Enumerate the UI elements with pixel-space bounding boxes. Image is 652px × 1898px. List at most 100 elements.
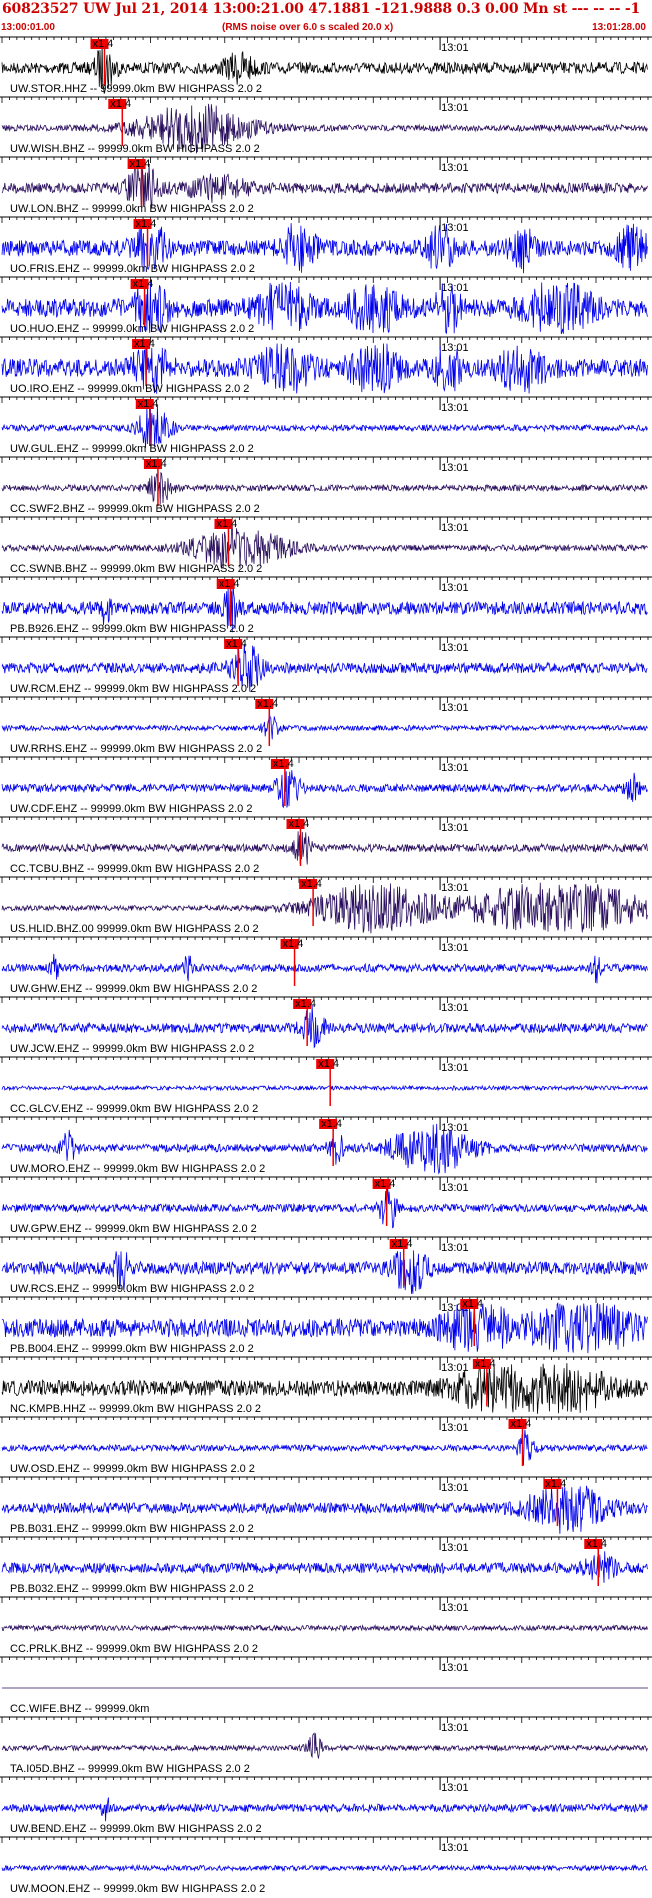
trace-row-uw-rrhs-ehz-: 13:01 x1.4 UW.RRHS.EHZ -- 99999.0km BW HIG… <box>0 696 652 755</box>
waveform <box>1 1732 648 1759</box>
trace-row-pb-b031-ehz-: 13:01 x1.4 PB.B031.EHZ -- 99999.0km BW HIG… <box>0 1476 652 1535</box>
trace-row-uw-rcs-ehz-: 13:01 x1.4 UW.RCS.EHZ -- 99999.0km BW HIGH… <box>0 1236 652 1295</box>
station-label: CC.TCBU.BHZ -- 99999.0km BW HIGHPASS 2.0… <box>10 863 259 875</box>
station-label: CC.GLCV.EHZ -- 99999.0km BW HIGHPASS 2.0… <box>10 1103 258 1115</box>
minute-label: 13:01 <box>441 942 469 954</box>
pick-label: x1.4 <box>92 38 113 50</box>
minute-label: 13:01 <box>441 1242 469 1254</box>
waveform <box>1 1551 648 1583</box>
station-label: CC.WIFE.BHZ -- 99999.0km <box>10 1703 149 1715</box>
station-label: PB.B004.EHZ -- 99999.0km BW HIGHPASS 2.0… <box>10 1343 254 1355</box>
pick-label: x1.4 <box>146 458 167 470</box>
station-label: UW.CDF.EHZ -- 99999.0km BW HIGHPASS 2.0 … <box>10 803 252 815</box>
station-label: UW.WISH.BHZ -- 99999.0km BW HIGHPASS 2.0… <box>10 143 260 155</box>
pick-label: x1.4 <box>136 218 157 230</box>
waveform <box>1 712 648 740</box>
pick-label: x1.4 <box>133 278 154 290</box>
minute-label: 13:01 <box>441 1602 469 1614</box>
minute-label: 13:01 <box>441 1842 469 1854</box>
minute-label: 13:01 <box>441 1782 469 1794</box>
waveform <box>1 163 648 209</box>
trace-row-uw-wish-bhz-: 13:01 x1.4 UW.WISH.BHZ -- 99999.0km BW HIG… <box>0 96 652 155</box>
station-label: CC.PRLK.BHZ -- 99999.0km BW HIGHPASS 2.0… <box>10 1643 258 1655</box>
minute-label: 13:01 <box>441 402 469 414</box>
pick-label: x1.4 <box>545 1478 566 1490</box>
minute-label: 13:01 <box>441 1062 469 1074</box>
station-label: UO.IRO.EHZ -- 99999.0km BW HIGHPASS 2.0 … <box>10 383 249 395</box>
trace-row-cc-glcv-ehz-: 13:01 x1.4 CC.GLCV.EHZ -- 99999.0km BW HIG… <box>0 1056 652 1115</box>
trace-row-cc-swf2-bhz-: 13:01 x1.4 CC.SWF2.BHZ -- 99999.0km BW HIG… <box>0 456 652 515</box>
trace-row-cc-swnb-bhz-: 13:01 x1.4 CC.SWNB.BHZ -- 99999.0km BW HIG… <box>0 516 652 575</box>
waveform <box>1 1429 648 1466</box>
trace-row-pb-b004-ehz-: 13:01x1.4PB.B004.EHZ -- 99999.0km BW HIG… <box>0 1296 652 1355</box>
pick-label: x1.4 <box>226 638 247 650</box>
minute-label: 13:01 <box>441 1122 469 1134</box>
chart-header: 60823527 UW Jul 21, 2014 13:00:21.00 47.… <box>0 0 652 36</box>
pick-label: x1.4 <box>321 1118 342 1130</box>
station-label: UW.LON.BHZ -- 99999.0km BW HIGHPASS 2.0 … <box>10 203 254 215</box>
pick-label: x1.4 <box>216 518 237 530</box>
station-label: UW.STOR.HHZ -- 99999.0km BW HIGHPASS 2.0… <box>10 83 262 95</box>
pick-label: x1.4 <box>392 1238 413 1250</box>
pick-label: x1.4 <box>462 1298 483 1310</box>
waveform <box>1 1084 648 1092</box>
pick-label: x1.4 <box>375 1178 396 1190</box>
waveform <box>1 403 648 448</box>
minute-label: 13:01 <box>441 462 469 474</box>
station-label: UW.OSD.EHZ -- 99999.0km BW HIGHPASS 2.0 … <box>10 1463 255 1475</box>
trace-row-uw-jcw-ehz-: 13:01 x1.4 UW.JCW.EHZ -- 99999.0km BW HIGH… <box>0 996 652 1055</box>
waveform <box>1 1863 648 1873</box>
pick-label: x1.4 <box>138 398 159 410</box>
waveform <box>1 1623 648 1633</box>
trace-row-uo-iro-ehz-: 13:01 x1.4 UO.IRO.EHZ -- 99999.0km BW HIGH… <box>0 336 652 395</box>
station-label: US.HLID.BHZ.00 99999.0km BW HIGHPASS 2.0… <box>10 923 259 935</box>
station-label: PB.B926.EHZ -- 99999.0km BW HIGHPASS 2.0… <box>10 623 254 635</box>
seismogram-plot: 13:01 x1.4 UW.STOR.HHZ -- 99999.0km BW HIG… <box>0 36 652 1898</box>
trace-row-uo-fris-ehz-: 13:01x1.4UO.FRIS.EHZ -- 99999.0km BW HIG… <box>0 216 652 275</box>
minute-label: 13:01 <box>441 282 469 294</box>
minute-label: 13:01 <box>441 522 469 534</box>
pick-label: x1.4 <box>475 1358 496 1370</box>
station-label: UO.HUO.EHZ -- 99999.0km BW HIGHPASS 2.0 … <box>10 323 254 335</box>
pick-label: x1.4 <box>586 1538 607 1550</box>
pick-label: x1.4 <box>283 938 304 950</box>
station-label: UW.GUL.EHZ -- 99999.0km BW HIGHPASS 2.0 … <box>10 443 254 455</box>
minute-label: 13:01 <box>441 702 469 714</box>
pick-label: x1.4 <box>257 698 278 710</box>
waveform <box>1 770 648 809</box>
station-label: UW.BEND.EHZ -- 99999.0km BW HIGHPASS 2.0… <box>10 1823 262 1835</box>
trace-row-uw-moon-ehz-: 13:01 UW.MOON.EHZ -- 99999.0km BW HIGHPAS… <box>0 1836 652 1895</box>
waveform <box>1 953 648 984</box>
station-label: UW.MORO.EHZ -- 99999.0km BW HIGHPASS 2.0… <box>10 1163 265 1175</box>
seismogram-traces: 13:01 x1.4 UW.STOR.HHZ -- 99999.0km BW HIG… <box>0 36 652 1895</box>
trace-row-uw-bend-ehz-: 13:01 UW.BEND.EHZ -- 99999.0km BW HIGHPAS… <box>0 1776 652 1835</box>
trace-row-uw-lon-bhz-: 13:01 x1.4 UW.LON.BHZ -- 99999.0km BW HIGH… <box>0 156 652 215</box>
trace-row-us-hlid-bhz-00: 13:01 x1.4 US.HLID.BHZ.00 99999.0km BW HIG… <box>0 876 652 935</box>
minute-label: 13:01 <box>441 42 469 54</box>
pick-label: x1.4 <box>134 338 155 350</box>
minute-label: 13:01 <box>441 582 469 594</box>
station-label: UW.RCS.EHZ -- 99999.0km BW HIGHPASS 2.0 … <box>10 1283 254 1295</box>
station-label: NC.KMPB.HHZ -- 99999.0km BW HIGHPASS 2.0… <box>10 1403 261 1415</box>
station-label: PB.B032.EHZ -- 99999.0km BW HIGHPASS 2.0… <box>10 1583 254 1595</box>
station-label: UW.RRHS.EHZ -- 99999.0km BW HIGHPASS 2.0… <box>10 743 262 755</box>
station-label: CC.SWNB.BHZ -- 99999.0km BW HIGHPASS 2.0… <box>10 563 262 575</box>
pick-label: x1.4 <box>288 818 309 830</box>
waveform <box>1 471 648 505</box>
station-label: UW.GPW.EHZ -- 99999.0km BW HIGHPASS 2.0 … <box>10 1223 257 1235</box>
pick-label: x1.4 <box>511 1418 532 1430</box>
station-label: UO.FRIS.EHZ -- 99999.0km BW HIGHPASS 2.0… <box>10 263 255 275</box>
minute-label: 13:01 <box>441 1662 469 1674</box>
trace-row-cc-prlk-bhz-: 13:01 CC.PRLK.BHZ -- 99999.0km BW HIGHPAS… <box>0 1596 652 1655</box>
trace-row-uw-rcm-ehz-: 13:01 x1.4 UW.RCM.EHZ -- 99999.0km BW HIGH… <box>0 636 652 695</box>
pick-label: x1.4 <box>219 578 240 590</box>
minute-label: 13:01 <box>441 1722 469 1734</box>
pick-label: x1.4 <box>301 878 322 890</box>
trace-row-cc-wife-bhz-: 13:01 CC.WIFE.BHZ -- 99999.0km <box>0 1656 652 1715</box>
pick-label: x1.4 <box>295 998 316 1010</box>
minute-label: 13:01 <box>441 882 469 894</box>
minute-label: 13:01 <box>441 1182 469 1194</box>
trace-row-nc-kmpb-hhz-: 13:01 x1.4NC.KMPB.HHZ -- 99999.0km BW HIG… <box>0 1356 652 1415</box>
minute-label: 13:01 <box>441 162 469 174</box>
minute-label: 13:01 <box>441 762 469 774</box>
